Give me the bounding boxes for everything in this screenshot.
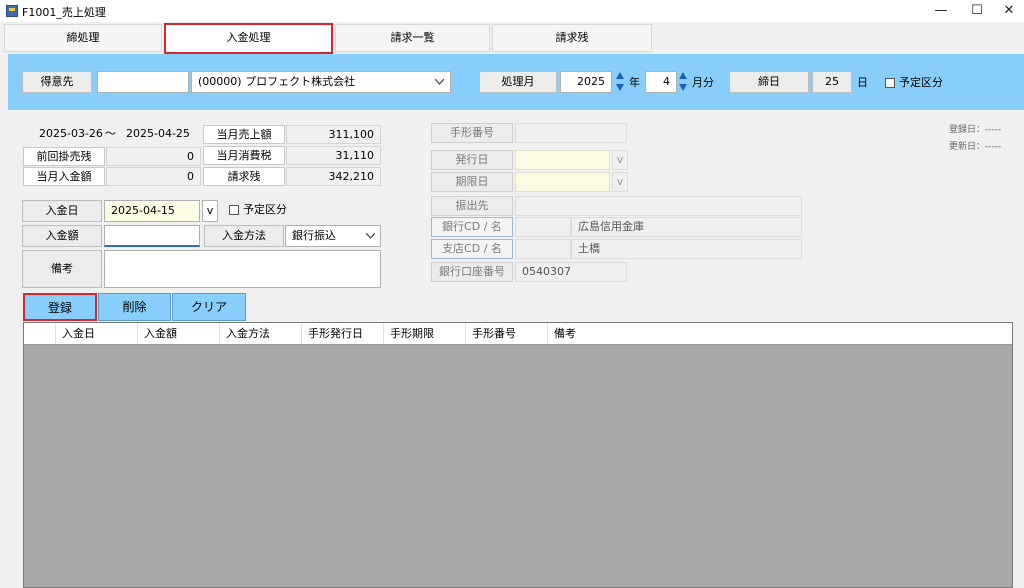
payment-amount-label: 入金額	[22, 225, 102, 247]
sales-value: 311,100	[286, 125, 381, 144]
account-number-field: 0540307	[515, 262, 627, 282]
grid-col-method[interactable]: 入金方法	[220, 323, 302, 344]
header-scheduled-checkbox[interactable]	[885, 78, 895, 88]
tax-label: 当月消費税	[203, 146, 285, 165]
grid-header: 入金日 入金額 入金方法 手形発行日 手形期限 手形番号 備考	[24, 323, 1012, 345]
account-number-label: 銀行口座番号	[431, 262, 513, 282]
month-spinner[interactable]	[679, 71, 689, 93]
spin-down-icon	[679, 84, 687, 91]
payment-total-value: 0	[106, 167, 201, 186]
grid-col-date[interactable]: 入金日	[56, 323, 138, 344]
sales-label: 当月売上額	[203, 125, 285, 144]
register-button[interactable]: 登録	[23, 293, 97, 321]
spin-up-icon	[616, 72, 624, 79]
payment-method-value: 銀行振込	[292, 229, 336, 242]
updated-date: 更新日：-----	[949, 142, 1002, 152]
prev-balance-value: 0	[106, 147, 201, 166]
payment-date-label: 入金日	[22, 200, 102, 222]
customer-code-input[interactable]	[97, 71, 189, 93]
clear-button[interactable]: クリア	[172, 293, 246, 321]
closing-day-label: 締日	[729, 71, 809, 93]
grid-row-header	[24, 323, 56, 344]
branch-code-button[interactable]: 支店CD / 名	[431, 239, 513, 259]
chevron-down-icon	[435, 79, 444, 85]
grid-col-amount[interactable]: 入金額	[138, 323, 220, 344]
scheduled-checkbox[interactable]	[229, 205, 239, 215]
closing-day-value: 25	[812, 71, 852, 93]
tab-invoice-list[interactable]: 請求一覧	[335, 24, 490, 52]
tax-value: 31,110	[286, 146, 381, 165]
window-title: F1001_売上処理	[22, 6, 106, 19]
chevron-down-icon	[366, 233, 375, 239]
day-unit: 日	[857, 76, 868, 89]
bill-due-label: 期限日	[431, 172, 513, 192]
note-label: 備考	[22, 250, 102, 288]
scheduled-label: 予定区分	[243, 203, 287, 216]
maximize-button[interactable]: ☐	[962, 2, 992, 20]
payment-amount-input[interactable]	[104, 225, 200, 247]
payment-method-label: 入金方法	[204, 225, 284, 247]
tab-strip: 締処理 入金処理 請求一覧 請求残	[0, 23, 1024, 54]
minimize-button[interactable]: —	[926, 2, 956, 20]
bank-code-button[interactable]: 銀行CD / 名	[431, 217, 513, 237]
billing-value: 342,210	[286, 167, 381, 186]
payment-date-input[interactable]: 2025-04-15	[104, 200, 200, 222]
bill-issue-label: 発行日	[431, 150, 513, 170]
payment-total-label: 当月入金額	[23, 167, 105, 186]
year-spinner[interactable]	[616, 71, 626, 93]
bill-issue-field[interactable]	[515, 150, 610, 170]
payment-method-select[interactable]: 銀行振込	[285, 225, 381, 247]
date-dropdown-button[interactable]: v	[202, 200, 218, 222]
month-input[interactable]: 4	[645, 71, 677, 93]
customer-select[interactable]: (00000) プロフェクト株式会社	[191, 71, 451, 93]
tab-closing[interactable]: 締処理	[4, 24, 162, 52]
period-from: 2025-03-26	[39, 127, 103, 140]
bank-name-field: 広島信用金庫	[571, 217, 802, 237]
month-unit: 月分	[692, 76, 714, 89]
close-button[interactable]: ✕	[994, 2, 1024, 20]
year-unit: 年	[629, 76, 640, 89]
tab-payment[interactable]: 入金処理	[164, 23, 333, 54]
grid-col-bill-issue[interactable]: 手形発行日	[302, 323, 384, 344]
bill-drawer-label: 振出先	[431, 196, 513, 216]
year-input[interactable]: 2025	[560, 71, 612, 93]
bill-issue-dropdown[interactable]: v	[612, 150, 628, 170]
grid-col-bill-due[interactable]: 手形期限	[384, 323, 466, 344]
grid-col-note[interactable]: 備考	[548, 323, 1012, 344]
tab-invoice-balance[interactable]: 請求残	[492, 24, 652, 52]
delete-button[interactable]: 削除	[98, 293, 171, 321]
billing-label: 請求残	[203, 167, 285, 186]
month-label: 処理月	[479, 71, 557, 93]
bill-due-field[interactable]	[515, 172, 610, 192]
registered-date: 登録日：-----	[949, 125, 1002, 135]
bill-number-label: 手形番号	[431, 123, 513, 143]
bill-drawer-field[interactable]	[515, 196, 802, 216]
spin-up-icon	[679, 72, 687, 79]
period-tilde: ～	[105, 127, 116, 140]
customer-label: 得意先	[22, 71, 92, 93]
branch-code-field[interactable]	[515, 239, 571, 259]
header-scheduled-label: 予定区分	[899, 76, 943, 89]
bill-number-field[interactable]	[515, 123, 627, 143]
spin-down-icon	[616, 84, 624, 91]
prev-balance-label: 前回掛売残	[23, 147, 105, 166]
branch-name-field: 土橋	[571, 239, 802, 259]
customer-select-value: (00000) プロフェクト株式会社	[198, 75, 356, 88]
app-icon	[6, 5, 18, 17]
payment-grid[interactable]: 入金日 入金額 入金方法 手形発行日 手形期限 手形番号 備考	[23, 322, 1013, 588]
period-to: 2025-04-25	[126, 127, 190, 140]
title-bar: F1001_売上処理 — ☐ ✕	[0, 0, 1024, 22]
bill-due-dropdown[interactable]: v	[612, 172, 628, 192]
bank-code-field[interactable]	[515, 217, 571, 237]
note-textarea[interactable]	[104, 250, 381, 288]
grid-col-bill-number[interactable]: 手形番号	[466, 323, 548, 344]
